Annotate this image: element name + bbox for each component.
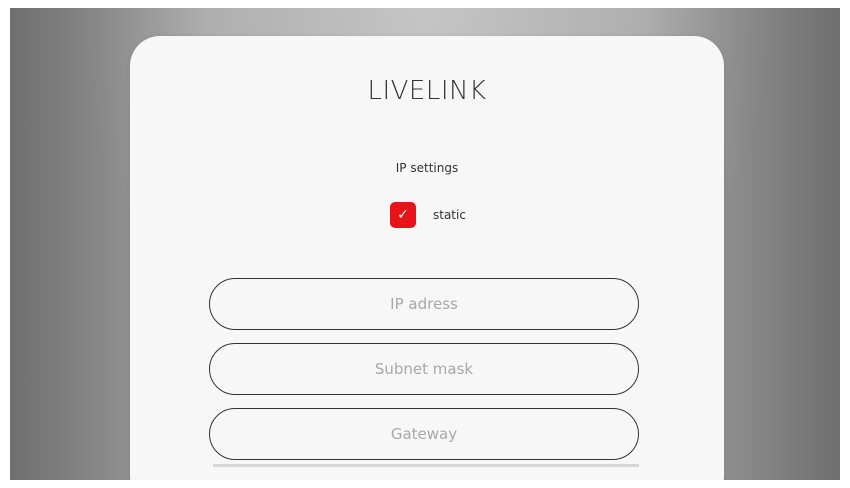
subnet-mask-field[interactable]: Subnet mask (209, 343, 639, 395)
gateway-placeholder: Gateway (390, 425, 458, 443)
partial-next-field (213, 464, 639, 467)
static-checkbox[interactable]: ✓ (390, 202, 416, 228)
app-title: LIVELINK (367, 76, 487, 106)
static-label: static (433, 208, 466, 222)
ip-address-placeholder: IP adress (390, 295, 458, 313)
settings-card: LIVELINK IP settings ✓ static IP adress … (130, 36, 724, 480)
check-icon: ✓ (397, 207, 409, 223)
background-screen: LIVELINK IP settings ✓ static IP adress … (10, 8, 840, 480)
subnet-mask-placeholder: Subnet mask (374, 360, 474, 378)
static-ip-toggle[interactable]: ✓ static (390, 202, 466, 228)
gateway-field[interactable]: Gateway (209, 408, 639, 460)
ip-address-field[interactable]: IP adress (209, 278, 639, 330)
ip-settings-title: IP settings (395, 161, 459, 175)
